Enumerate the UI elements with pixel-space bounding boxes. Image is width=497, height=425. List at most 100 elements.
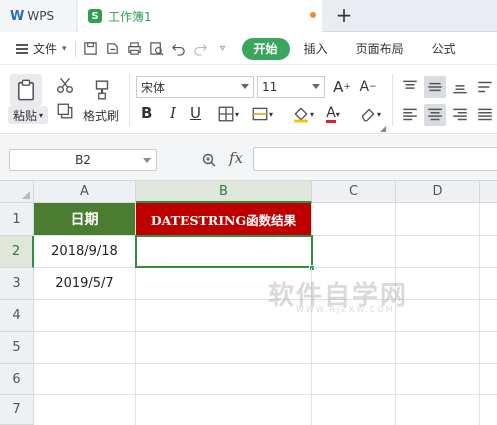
font-color-button[interactable]: A ▾ — [322, 104, 344, 124]
cell-d2[interactable] — [396, 236, 480, 268]
clipboard-icon — [18, 79, 34, 101]
font-name-select[interactable]: 宋体 — [136, 76, 254, 98]
new-tab-button[interactable]: + — [334, 4, 354, 26]
cell-b6[interactable] — [136, 364, 312, 395]
cell-d7[interactable] — [396, 395, 480, 425]
undo-icon[interactable] — [171, 41, 187, 57]
cell-b2-active[interactable] — [135, 235, 313, 268]
italic-button[interactable]: I — [170, 104, 176, 122]
row-header-5[interactable]: 5 — [0, 332, 34, 364]
separator — [392, 74, 393, 126]
redo-icon[interactable] — [193, 41, 209, 57]
customize-toolbar-icon[interactable]: ▿ — [215, 41, 231, 57]
wrap-button[interactable] — [474, 76, 496, 98]
zoom-icon[interactable] — [201, 152, 217, 171]
cell-e5[interactable] — [480, 332, 497, 364]
cell-a3[interactable]: 2019/5/7 — [34, 268, 136, 300]
column-header-d[interactable]: D — [396, 181, 480, 203]
format-painter-button[interactable] — [86, 74, 118, 106]
font-dialog-launcher-icon[interactable]: ◢ — [380, 124, 386, 133]
wps-home-tab[interactable]: W WPS — [0, 0, 76, 32]
underline-button[interactable]: U — [190, 104, 201, 122]
cell-c5[interactable] — [312, 332, 396, 364]
print-preview-icon[interactable] — [149, 41, 165, 57]
copy-button[interactable] — [56, 102, 74, 120]
spreadsheet-icon: S — [88, 9, 102, 23]
cell-c6[interactable] — [312, 364, 396, 395]
cell-e6[interactable] — [480, 364, 497, 395]
print-icon[interactable] — [127, 41, 143, 57]
cell-d6[interactable] — [396, 364, 480, 395]
file-menu-button[interactable]: 文件 ▾ — [0, 37, 71, 61]
row-header-7[interactable]: 7 — [0, 395, 34, 425]
cut-button[interactable] — [56, 76, 74, 94]
cell-e7[interactable] — [480, 395, 497, 425]
wps-app-name: WPS — [27, 9, 55, 23]
cell-c2[interactable] — [313, 236, 396, 268]
clear-format-button[interactable]: ▾ — [356, 104, 384, 124]
cell-d5[interactable] — [396, 332, 480, 364]
cell-c7[interactable] — [312, 395, 396, 425]
column-header-e[interactable] — [480, 181, 497, 203]
cell-b7[interactable] — [136, 395, 312, 425]
row-header-4[interactable]: 4 — [0, 300, 34, 332]
increase-font-size-button[interactable]: A + — [331, 76, 353, 98]
font-size-select[interactable]: 11 — [257, 76, 325, 98]
align-left-button[interactable] — [399, 104, 421, 126]
cell-b1[interactable]: DATESTRING函数结果 — [136, 203, 312, 236]
chevron-down-icon: ▾ — [234, 109, 239, 119]
row-header-1[interactable]: 1 — [0, 203, 34, 236]
borders-button[interactable]: ▾ — [215, 104, 241, 124]
cell-a1[interactable]: 日期 — [34, 203, 136, 236]
cell-e3[interactable] — [480, 268, 497, 300]
cell-e4[interactable] — [480, 300, 497, 332]
cell-d1[interactable] — [396, 203, 480, 236]
cell-e2[interactable] — [480, 236, 497, 268]
row-header-3[interactable]: 3 — [0, 268, 34, 300]
hamburger-icon — [16, 43, 28, 54]
font-color-a-icon: A — [326, 104, 336, 123]
cell-a6[interactable] — [34, 364, 136, 395]
select-all-corner[interactable] — [0, 181, 34, 203]
align-top-button[interactable] — [399, 76, 421, 98]
tab-insert[interactable]: 插入 — [290, 40, 342, 57]
cell-c1[interactable] — [312, 203, 396, 236]
align-bottom-button[interactable] — [449, 76, 471, 98]
cell-a5[interactable] — [34, 332, 136, 364]
cell-d3[interactable] — [396, 268, 480, 300]
align-center-button[interactable] — [424, 104, 446, 126]
merge-cells-button[interactable]: ▾ — [248, 104, 276, 124]
chevron-down-icon — [143, 158, 151, 163]
start-tab[interactable]: 开始 — [241, 37, 290, 60]
align-top-icon — [403, 80, 417, 89]
row-header-2[interactable]: 2 — [0, 236, 34, 268]
column-header-a[interactable]: A — [34, 181, 136, 203]
formula-input[interactable] — [253, 147, 497, 171]
column-header-c[interactable]: C — [312, 181, 396, 203]
bold-button[interactable]: B — [141, 104, 152, 122]
column-header-b[interactable]: B — [136, 181, 312, 203]
export-icon[interactable] — [105, 41, 121, 57]
save-icon[interactable] — [83, 41, 99, 57]
tab-page-layout[interactable]: 页面布局 — [342, 40, 418, 57]
cell-d4[interactable] — [396, 300, 480, 332]
name-box[interactable]: B2 — [9, 149, 157, 171]
cell-e1[interactable] — [480, 203, 497, 236]
fill-color-button[interactable]: ▾ — [285, 104, 321, 124]
insert-function-button[interactable]: fx — [229, 149, 243, 167]
paste-button[interactable] — [10, 74, 42, 106]
decrease-font-size-button[interactable]: A − — [357, 76, 379, 98]
paste-dropdown[interactable]: 粘贴 ▾ — [8, 106, 48, 124]
row-header-6[interactable]: 6 — [0, 364, 34, 395]
cell-a7[interactable] — [34, 395, 136, 425]
chevron-down-icon — [312, 84, 320, 89]
tab-formulas[interactable]: 公式 — [418, 40, 470, 57]
cell-a2[interactable]: 2018/9/18 — [34, 236, 136, 268]
justify-button[interactable] — [474, 104, 496, 126]
align-right-button[interactable] — [449, 104, 471, 126]
cell-a4[interactable] — [34, 300, 136, 332]
align-middle-button[interactable] — [424, 76, 446, 98]
menu-bar: 文件 ▾ ▿ 开始 插入 页面布局 公式 — [0, 33, 497, 65]
document-tab[interactable]: S 工作簿1 — [78, 0, 322, 32]
cell-b5[interactable] — [136, 332, 312, 364]
